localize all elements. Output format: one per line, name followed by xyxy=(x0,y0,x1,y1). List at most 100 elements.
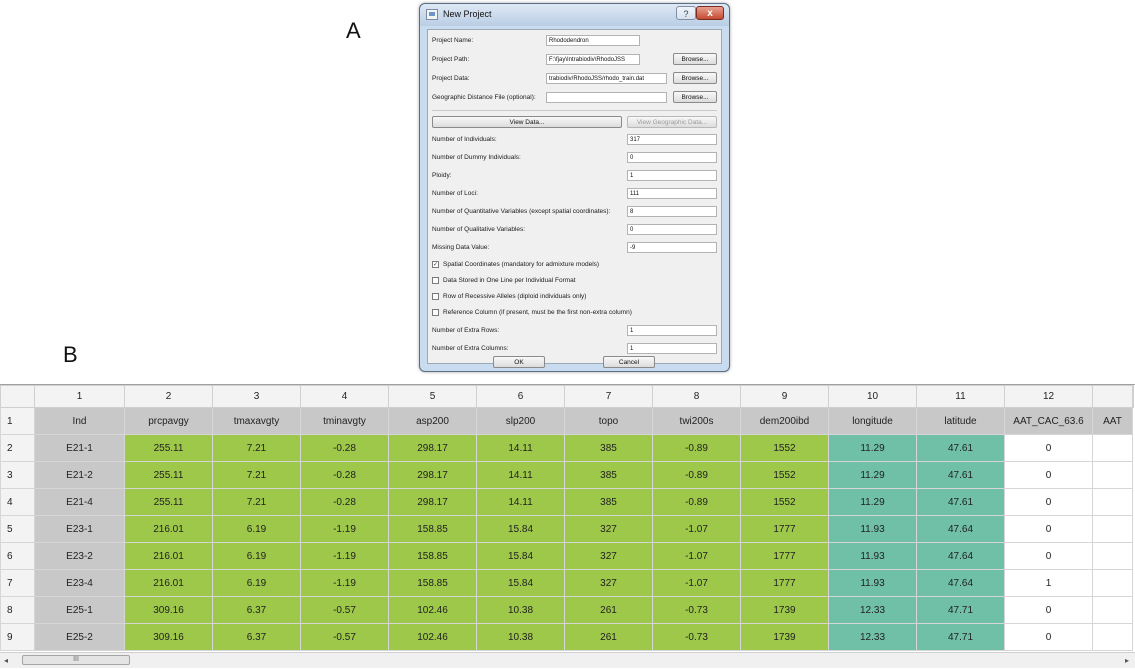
column-header-3[interactable]: 3 xyxy=(212,385,301,408)
table-cell[interactable]: -0.73 xyxy=(652,623,741,651)
scroll-left-arrow-icon[interactable]: ◂ xyxy=(4,656,8,665)
table-cell[interactable]: 47.64 xyxy=(916,569,1005,597)
row-header-2[interactable]: 2 xyxy=(0,434,35,462)
table-cell[interactable] xyxy=(1092,542,1133,570)
table-cell[interactable]: 385 xyxy=(564,461,653,489)
table-row[interactable]: 7 E23-4 216.01 6.19 -1.19 158.85 15.84 327 -1.07… xyxy=(0,569,1134,597)
table-cell[interactable]: 14.11 xyxy=(476,461,565,489)
table-cell[interactable]: 216.01 xyxy=(124,569,213,597)
table-cell[interactable]: 11.93 xyxy=(828,542,917,570)
column-header-4[interactable]: 4 xyxy=(300,385,389,408)
table-cell[interactable]: 1552 xyxy=(740,461,829,489)
table-cell[interactable] xyxy=(1092,488,1133,516)
table-cell[interactable]: 1552 xyxy=(740,488,829,516)
table-cell[interactable]: 7.21 xyxy=(212,461,301,489)
table-cell[interactable]: 0 xyxy=(1004,488,1093,516)
header-cell[interactable]: dem200ibd xyxy=(740,407,829,435)
table-cell[interactable]: 0 xyxy=(1004,515,1093,543)
table-cell[interactable]: 47.64 xyxy=(916,515,1005,543)
table-cell[interactable]: E25-2 xyxy=(34,623,125,651)
table-cell[interactable]: 1552 xyxy=(740,434,829,462)
table-cell[interactable]: 1739 xyxy=(740,623,829,651)
table-cell[interactable]: 1 xyxy=(1004,569,1093,597)
column-header-1[interactable]: 1 xyxy=(34,385,125,408)
header-cell[interactable]: twi200s xyxy=(652,407,741,435)
table-cell[interactable]: -0.57 xyxy=(300,623,389,651)
table-cell[interactable]: 1739 xyxy=(740,596,829,624)
table-cell[interactable]: 102.46 xyxy=(388,623,477,651)
horizontal-scrollbar[interactable]: ◂ III ▸ xyxy=(0,652,1135,668)
recessive-alleles-checkbox[interactable] xyxy=(432,293,439,300)
table-cell[interactable]: 216.01 xyxy=(124,515,213,543)
table-row[interactable]: 4 E21-4 255.11 7.21 -0.28 298.17 14.11 385 -0.89… xyxy=(0,488,1134,516)
row-header-1[interactable]: 1 xyxy=(0,407,35,435)
column-header-13[interactable] xyxy=(1092,385,1133,408)
extra-columns-input[interactable]: 1 xyxy=(627,343,717,354)
row-header-6[interactable]: 6 xyxy=(0,542,35,570)
table-cell[interactable]: -1.19 xyxy=(300,569,389,597)
column-header-7[interactable]: 7 xyxy=(564,385,653,408)
row-header-7[interactable]: 7 xyxy=(0,569,35,597)
row-header-3[interactable]: 3 xyxy=(0,461,35,489)
view-data-button[interactable]: View Data... xyxy=(432,116,622,128)
table-cell[interactable]: 327 xyxy=(564,542,653,570)
table-cell[interactable]: 6.19 xyxy=(212,542,301,570)
table-cell[interactable]: -1.19 xyxy=(300,515,389,543)
row-header-8[interactable]: 8 xyxy=(0,596,35,624)
header-cell[interactable]: tmaxavgty xyxy=(212,407,301,435)
table-cell[interactable]: 298.17 xyxy=(388,434,477,462)
row-header-4[interactable]: 4 xyxy=(0,488,35,516)
table-cell[interactable] xyxy=(1092,515,1133,543)
corner-cell[interactable] xyxy=(0,385,35,408)
table-cell[interactable]: 158.85 xyxy=(388,569,477,597)
header-cell[interactable]: asp200 xyxy=(388,407,477,435)
table-cell[interactable]: 6.19 xyxy=(212,569,301,597)
scrollbar-thumb[interactable]: III xyxy=(22,655,130,665)
column-header-5[interactable]: 5 xyxy=(388,385,477,408)
table-cell[interactable]: 47.71 xyxy=(916,623,1005,651)
row-header-5[interactable]: 5 xyxy=(0,515,35,543)
table-cell[interactable]: 47.64 xyxy=(916,542,1005,570)
header-cell[interactable]: topo xyxy=(564,407,653,435)
project-name-input[interactable]: Rhododendron xyxy=(546,35,640,46)
table-cell[interactable]: 1777 xyxy=(740,542,829,570)
column-header-11[interactable]: 11 xyxy=(916,385,1005,408)
table-cell[interactable]: 15.84 xyxy=(476,515,565,543)
num-individuals-input[interactable]: 317 xyxy=(627,134,717,145)
table-cell[interactable]: -1.07 xyxy=(652,542,741,570)
table-cell[interactable]: 6.37 xyxy=(212,596,301,624)
table-cell[interactable]: 11.29 xyxy=(828,461,917,489)
scroll-right-arrow-icon[interactable]: ▸ xyxy=(1125,656,1129,665)
header-cell[interactable]: AAT_CAC_63.6 xyxy=(1004,407,1093,435)
table-cell[interactable]: 255.11 xyxy=(124,434,213,462)
table-cell[interactable]: 47.61 xyxy=(916,488,1005,516)
table-cell[interactable]: 11.93 xyxy=(828,515,917,543)
project-data-browse-button[interactable]: Browse... xyxy=(673,72,717,84)
table-cell[interactable]: 102.46 xyxy=(388,596,477,624)
close-button[interactable]: x xyxy=(696,6,724,20)
table-cell[interactable]: 12.33 xyxy=(828,596,917,624)
reference-column-checkbox[interactable] xyxy=(432,309,439,316)
geo-distance-input[interactable] xyxy=(546,92,667,103)
table-cell[interactable]: 47.71 xyxy=(916,596,1005,624)
table-cell[interactable]: 15.84 xyxy=(476,542,565,570)
table-cell[interactable]: -0.89 xyxy=(652,434,741,462)
table-cell[interactable]: -0.57 xyxy=(300,596,389,624)
table-cell[interactable]: -1.07 xyxy=(652,515,741,543)
header-cell[interactable]: prcpavgy xyxy=(124,407,213,435)
table-cell[interactable]: E23-1 xyxy=(34,515,125,543)
table-cell[interactable] xyxy=(1092,569,1133,597)
table-cell[interactable]: 11.93 xyxy=(828,569,917,597)
table-cell[interactable]: 0 xyxy=(1004,623,1093,651)
table-cell[interactable]: 385 xyxy=(564,434,653,462)
table-cell[interactable]: 14.11 xyxy=(476,434,565,462)
table-row[interactable]: 9 E25-2 309.16 6.37 -0.57 102.46 10.38 261 -0.73… xyxy=(0,623,1134,651)
num-loci-input[interactable]: 111 xyxy=(627,188,717,199)
table-cell[interactable]: E21-4 xyxy=(34,488,125,516)
column-header-10[interactable]: 10 xyxy=(828,385,917,408)
table-cell[interactable] xyxy=(1092,434,1133,462)
column-header-2[interactable]: 2 xyxy=(124,385,213,408)
project-path-input[interactable]: F:\fjay\Intrabiodiv\RhodoJSS xyxy=(546,54,640,65)
num-qual-vars-input[interactable]: 0 xyxy=(627,224,717,235)
column-header-6[interactable]: 6 xyxy=(476,385,565,408)
